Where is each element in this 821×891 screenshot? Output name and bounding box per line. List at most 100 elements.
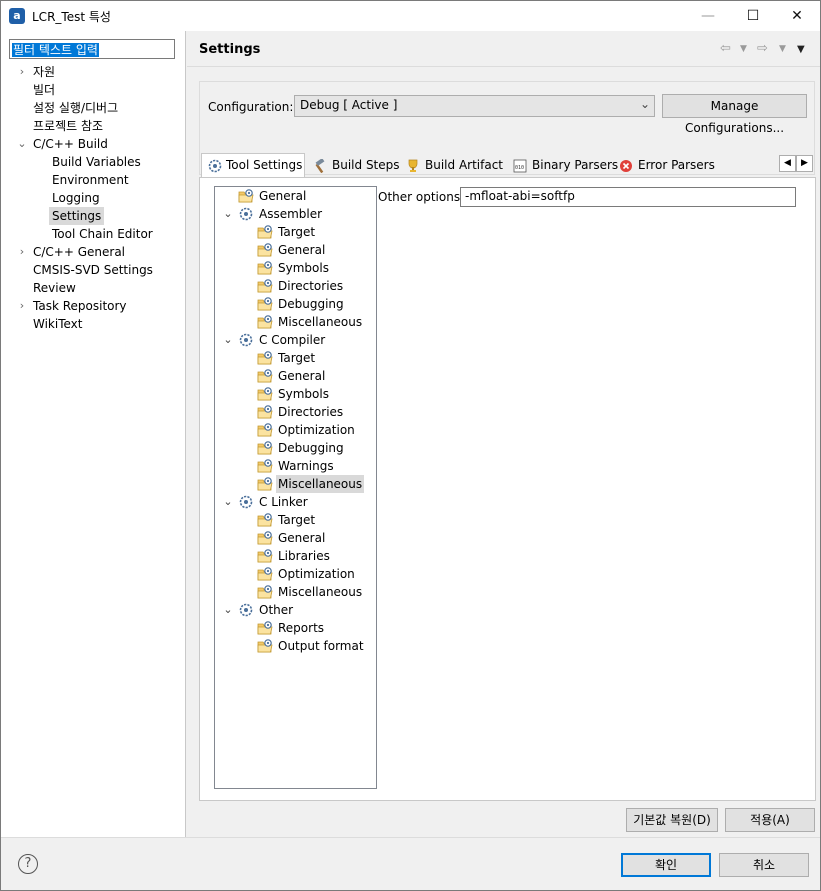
folder-gear-icon	[257, 404, 273, 420]
filter-text: 필터 텍스트 입력	[12, 43, 99, 57]
folder-gear-icon	[257, 566, 273, 582]
app-icon: a	[9, 8, 25, 24]
chevron-down-icon[interactable]: ⌄	[222, 493, 234, 511]
folder-gear-icon	[257, 512, 273, 528]
tree-node-label: Symbols	[278, 387, 329, 401]
binary-icon: 010	[513, 158, 527, 173]
close-button[interactable]: ✕	[774, 1, 820, 31]
tool-settings-panel: General ⌄ Assembler Target General Symbols Dir…	[199, 177, 816, 801]
chevron-down-icon[interactable]: ⌄	[222, 601, 234, 619]
folder-gear-icon	[257, 584, 273, 600]
settings-page: Settings ⇦ ▼ ⇨ ▼ ▼ Configuration: Debug …	[187, 31, 820, 837]
nav-item-label: C/C++ Build	[33, 137, 108, 151]
tab-label: Build Artifact	[425, 158, 503, 172]
tree-node-label: General	[278, 243, 326, 257]
tree-node-label: Optimization	[278, 567, 355, 581]
tab-scroll-right-icon[interactable]: ▶	[796, 155, 813, 172]
tool-tree: General ⌄ Assembler Target General Symbols Dir…	[214, 186, 377, 789]
tool-gear-icon	[238, 494, 254, 510]
tab-label: Build Steps	[332, 158, 400, 172]
tree-node-label: Libraries	[278, 549, 330, 563]
nav-item-label: Logging	[52, 191, 100, 205]
tree-node-label: Target	[278, 351, 316, 365]
chevron-right-icon[interactable]: ›	[16, 63, 28, 81]
forward-icon[interactable]: ⇨	[757, 41, 768, 57]
tool-gear-icon	[238, 206, 254, 222]
nav-panel: 필터 텍스트 입력 › 자원 빌더 설정 실행/디버그 프로젝트 참조 ⌄ C/C++ Bu…	[1, 31, 186, 837]
other-options-input[interactable]: -mfloat-abi=softfp	[460, 187, 796, 207]
folder-gear-icon	[257, 548, 273, 564]
filter-input[interactable]: 필터 텍스트 입력	[9, 39, 175, 59]
folder-gear-icon	[257, 422, 273, 438]
folder-gear-icon	[257, 368, 273, 384]
svg-text:010: 010	[515, 165, 524, 171]
tab-label: Binary Parsers	[532, 158, 619, 172]
tree-node-label: Target	[278, 513, 316, 527]
configuration-select[interactable]: Debug [ Active ] ⌄	[294, 95, 655, 117]
chevron-right-icon[interactable]: ›	[16, 297, 28, 315]
view-menu-icon[interactable]: ▼	[797, 44, 805, 60]
other-options-label: Other options	[378, 190, 461, 204]
tab-error-parsers[interactable]: Error Parsers	[613, 153, 715, 177]
nav-item-label: Environment	[52, 173, 129, 187]
nav-item-label: Build Variables	[52, 155, 141, 169]
tree-node-label: Debugging	[278, 297, 344, 311]
apply-button[interactable]: 적용(A)	[725, 808, 815, 832]
chevron-down-icon[interactable]: ⌄	[222, 331, 234, 349]
configuration-label: Configuration:	[208, 100, 294, 114]
tree-node-label: Warnings	[278, 459, 334, 473]
folder-gear-icon	[257, 386, 273, 402]
maximize-button[interactable]: ☐	[730, 1, 776, 31]
minimize-button[interactable]: —	[685, 1, 731, 31]
tab-scroll-left-icon[interactable]: ◀	[779, 155, 796, 172]
tab-build-steps[interactable]: Build Steps	[307, 153, 400, 177]
back-menu-icon[interactable]: ▼	[740, 44, 747, 60]
folder-gear-icon	[257, 314, 273, 330]
folder-gear-icon	[257, 638, 273, 654]
tab-binary-parsers[interactable]: 010 Binary Parsers	[507, 153, 618, 177]
nav-item-label: Tool Chain Editor	[52, 227, 153, 241]
ok-button[interactable]: 확인	[621, 853, 711, 877]
nav-item-label: CMSIS-SVD Settings	[33, 263, 153, 277]
tree-node-label: General	[278, 531, 326, 545]
folder-gear-icon	[257, 278, 273, 294]
properties-dialog: a LCR_Test 특성 — ☐ ✕ 필터 텍스트 입력 › 자원 빌더 설정 실행…	[0, 0, 821, 891]
tree-node-label: Optimization	[278, 423, 355, 437]
tab-build-artifact[interactable]: Build Artifact	[400, 153, 506, 177]
forward-menu-icon[interactable]: ▼	[779, 44, 786, 60]
back-icon[interactable]: ⇦	[720, 41, 731, 57]
folder-gear-icon	[257, 242, 273, 258]
folder-gear-icon	[257, 296, 273, 312]
tree-node-label: Miscellaneous	[276, 475, 365, 493]
tab-label: Tool Settings	[226, 158, 303, 172]
restore-defaults-button[interactable]: 기본값 복원(D)	[626, 808, 718, 832]
folder-gear-icon	[257, 224, 273, 240]
tab-tool-settings[interactable]: Tool Settings	[201, 153, 305, 178]
tree-node-label: Directories	[278, 405, 344, 419]
tree-node-label: Output format	[278, 639, 364, 653]
help-icon[interactable]: ?	[18, 854, 38, 874]
folder-gear-icon	[238, 188, 254, 204]
tree-node-label: C Linker	[259, 495, 308, 509]
trophy-icon	[406, 158, 420, 172]
settings-header: Settings ⇦ ▼ ⇨ ▼ ▼	[187, 31, 820, 67]
chevron-down-icon: ⌄	[639, 97, 650, 111]
gear-icon	[207, 158, 222, 173]
tree-node-label: Other	[259, 603, 294, 617]
nav-item-label: 자원	[33, 65, 56, 79]
chevron-right-icon[interactable]: ›	[16, 243, 28, 261]
cancel-button[interactable]: 취소	[719, 853, 809, 877]
folder-gear-icon	[257, 260, 273, 276]
nav-item-label: C/C++ General	[33, 245, 126, 259]
folder-gear-icon	[257, 620, 273, 636]
tree-node-label: General	[278, 369, 326, 383]
tree-node-label: Debugging	[278, 441, 344, 455]
nav-item-label: Settings	[49, 207, 105, 225]
chevron-down-icon[interactable]: ⌄	[16, 135, 28, 153]
tree-node-label: Directories	[278, 279, 344, 293]
manage-configurations-button[interactable]: Manage Configurations...	[662, 94, 807, 135]
hammer-icon	[313, 158, 327, 174]
chevron-down-icon[interactable]: ⌄	[222, 205, 234, 223]
tree-node-label: Symbols	[278, 261, 329, 275]
folder-gear-icon	[257, 530, 273, 546]
